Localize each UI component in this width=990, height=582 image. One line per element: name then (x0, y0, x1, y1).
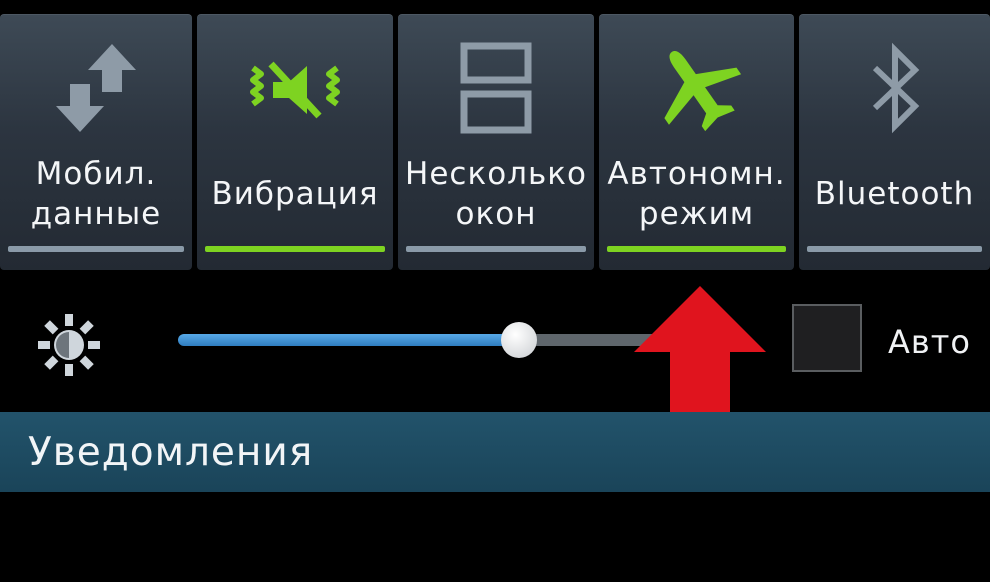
mobile-data-label-line2: данные (30, 196, 162, 232)
quick-settings-row: Мобил. данные Вибрация Несколько окон Ав… (0, 14, 990, 270)
multi-window-toggle[interactable]: Несколько окон (398, 14, 594, 270)
vibration-icon (245, 38, 345, 138)
auto-brightness-checkbox[interactable] (792, 304, 862, 372)
notifications-header: Уведомления (0, 412, 990, 492)
auto-brightness-label: Авто (888, 323, 971, 361)
bluetooth-toggle[interactable]: Bluetooth (799, 14, 990, 270)
vibration-label: Вибрация (211, 176, 379, 212)
mobile-data-icon (46, 38, 146, 138)
brightness-slider-fill (178, 334, 520, 346)
airplane-icon (647, 38, 747, 138)
multi-window-indicator (406, 246, 586, 252)
bluetooth-icon (845, 38, 945, 138)
red-arrow-annotation (630, 282, 770, 422)
mobile-data-label-line1: Мобил. (35, 156, 157, 192)
mobile-data-indicator (8, 246, 184, 252)
bluetooth-label: Bluetooth (814, 176, 975, 212)
airplane-label-line2: режим (638, 196, 755, 232)
brightness-row: Авто (0, 280, 990, 410)
vibration-toggle[interactable]: Вибрация (197, 14, 393, 270)
airplane-mode-toggle[interactable]: Автономн. режим (599, 14, 794, 270)
multi-window-label-line2: окон (455, 196, 537, 232)
bluetooth-indicator (807, 246, 982, 252)
mobile-data-toggle[interactable]: Мобил. данные (0, 14, 192, 270)
vibration-indicator (205, 246, 385, 252)
quick-settings-panel: Мобил. данные Вибрация Несколько окон Ав… (0, 0, 990, 582)
brightness-icon (36, 312, 102, 378)
notifications-title: Уведомления (28, 430, 314, 475)
multi-window-label-line1: Несколько (405, 156, 587, 192)
multi-window-icon (446, 38, 546, 138)
airplane-indicator (607, 246, 786, 252)
brightness-slider-thumb[interactable] (501, 322, 538, 358)
airplane-label-line1: Автономн. (607, 156, 786, 192)
